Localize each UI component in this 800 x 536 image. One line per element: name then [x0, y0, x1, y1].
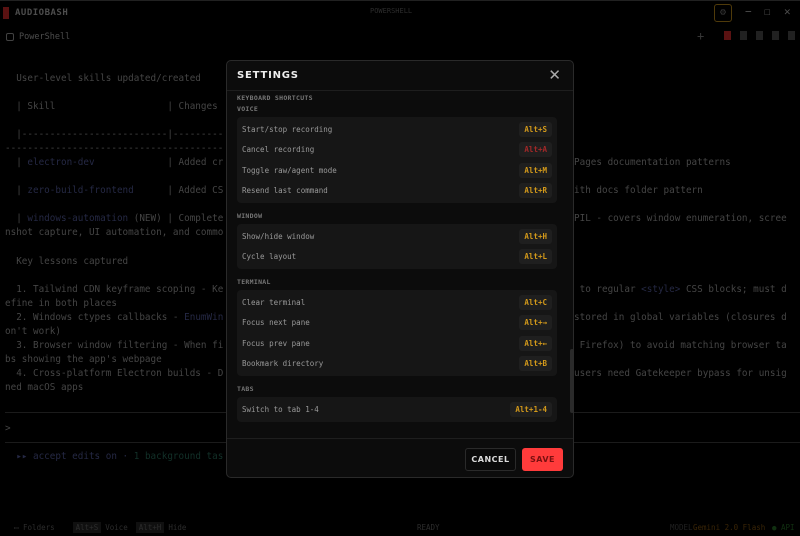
shortcut-key-button[interactable]: Alt+→ — [519, 315, 552, 331]
shortcut-key-button[interactable]: Alt+L — [519, 249, 552, 265]
shortcut-label: Focus prev pane — [242, 338, 310, 348]
shortcut-group: Start/stop recording Alt+S Cancel recordin… — [237, 117, 557, 203]
shortcut-label: Resend last command — [242, 186, 328, 196]
group-heading: WINDOW — [237, 212, 263, 220]
shortcut-row: Bookmark directory Alt+B — [242, 354, 552, 375]
shortcut-key-button[interactable]: Alt+C — [519, 294, 552, 310]
shortcut-row: Resend last command Alt+R — [242, 181, 552, 202]
shortcut-row: Focus prev pane Alt+← — [242, 333, 552, 354]
shortcut-label: Show/hide window — [242, 231, 315, 241]
shortcut-label: Toggle raw/agent mode — [242, 165, 337, 175]
shortcut-key-button[interactable]: Alt+M — [519, 162, 552, 178]
settings-modal: SETTINGS ✕ KEYBOARD SHORTCUTS VOICE Start… — [226, 60, 574, 478]
shortcut-label: Switch to tab 1-4 — [242, 404, 319, 414]
shortcut-key-button[interactable]: Alt+S — [519, 121, 552, 137]
shortcut-row: Show/hide window Alt+H — [242, 226, 552, 247]
shortcut-row: Cycle layout Alt+L — [242, 247, 552, 268]
modal-title: SETTINGS — [237, 70, 299, 81]
shortcut-label: Focus next pane — [242, 318, 310, 328]
group-heading: VOICE — [237, 105, 259, 113]
shortcut-row: Start/stop recording Alt+S — [242, 119, 552, 140]
shortcut-key-button[interactable]: Alt+A — [519, 142, 552, 158]
group-heading: TERMINAL — [237, 278, 271, 286]
section-heading: KEYBOARD SHORTCUTS — [237, 94, 313, 102]
shortcut-key-button[interactable]: Alt+H — [519, 228, 552, 244]
shortcut-row: Toggle raw/agent mode Alt+M — [242, 160, 552, 181]
shortcut-label: Start/stop recording — [242, 124, 333, 134]
shortcut-group: Show/hide window Alt+H Cycle layout Alt+L — [237, 224, 557, 269]
shortcut-label: Clear terminal — [242, 297, 306, 307]
shortcut-label: Bookmark directory — [242, 359, 324, 369]
shortcut-key-button[interactable]: Alt+1-4 — [510, 401, 552, 417]
shortcut-key-button[interactable]: Alt+← — [519, 335, 552, 351]
shortcut-key-button[interactable]: Alt+R — [519, 183, 552, 199]
shortcut-group: Switch to tab 1-4 Alt+1-4 — [237, 397, 557, 422]
shortcut-label: Cancel recording — [242, 145, 315, 155]
shortcut-row: Cancel recording Alt+A — [242, 140, 552, 161]
shortcut-group: Clear terminal Alt+C Focus next pane Alt+→ F… — [237, 290, 557, 376]
shortcuts-list[interactable]: KEYBOARD SHORTCUTS VOICE Start/stop recor… — [227, 92, 567, 438]
group-heading: TABS — [237, 385, 254, 393]
shortcut-row: Clear terminal Alt+C — [242, 292, 552, 313]
shortcut-label: Cycle layout — [242, 252, 297, 262]
save-button[interactable]: SAVE — [522, 448, 563, 471]
shortcut-row: Switch to tab 1-4 Alt+1-4 — [242, 399, 552, 420]
shortcut-key-button[interactable]: Alt+B — [519, 356, 552, 372]
scrollbar[interactable] — [570, 349, 573, 413]
close-icon[interactable]: ✕ — [548, 66, 561, 84]
shortcut-row: Focus next pane Alt+→ — [242, 313, 552, 334]
cancel-button[interactable]: CANCEL — [465, 448, 516, 471]
